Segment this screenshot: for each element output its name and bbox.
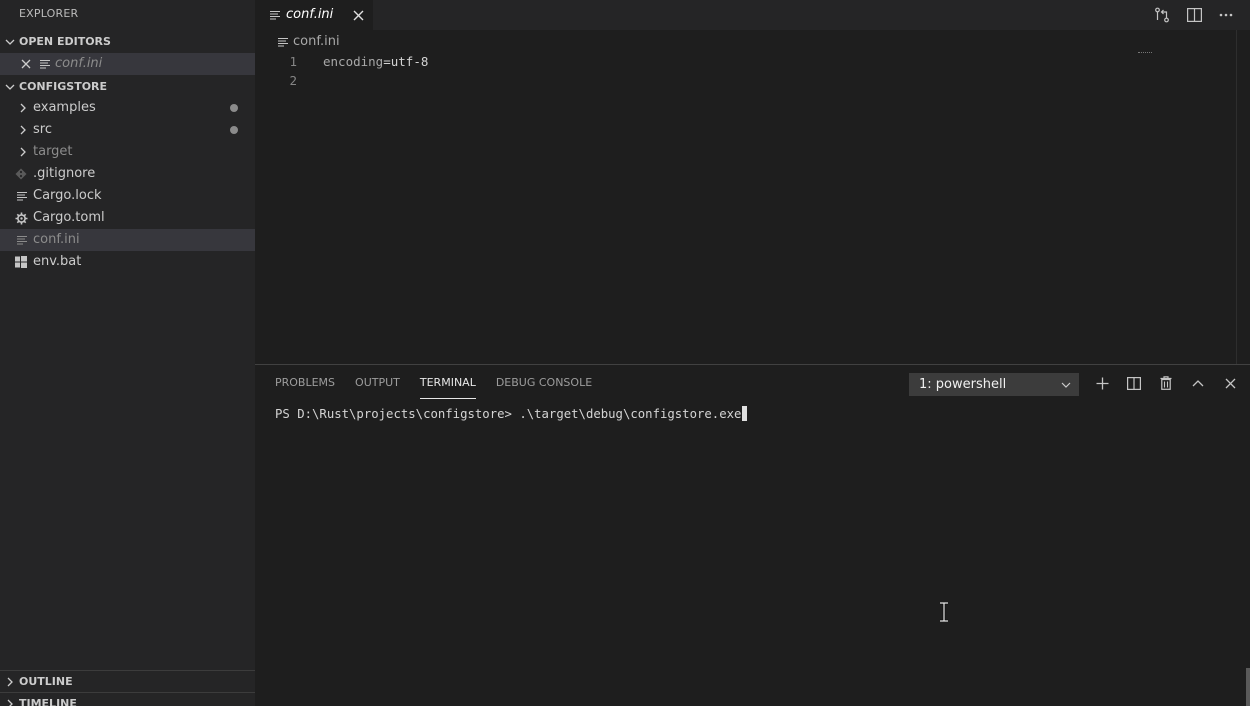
timeline-label: TIMELINE (19, 697, 77, 706)
text-cursor-icon (940, 602, 948, 622)
bottom-panel: PROBLEMS OUTPUT TERMINAL DEBUG CONSOLE 1… (255, 364, 1250, 706)
tab-debug-console[interactable]: DEBUG CONSOLE (496, 373, 592, 399)
tree-item-label: Cargo.toml (33, 210, 105, 225)
chevron-right-icon (15, 119, 31, 141)
sidebar: EXPLORER OPEN EDITORS conf.ini CONFIGSTO… (0, 0, 255, 706)
tab-problems[interactable]: PROBLEMS (275, 373, 335, 399)
tree-item-cargo-lock[interactable]: Cargo.lock (0, 185, 255, 207)
terminal-select[interactable]: 1: powershell (909, 373, 1079, 396)
text-file-icon (14, 185, 30, 207)
breadcrumb[interactable]: conf.ini (278, 32, 340, 52)
tree-item-label: env.bat (33, 254, 82, 269)
terminal-scrollbar[interactable] (1246, 668, 1250, 706)
tab-output[interactable]: OUTPUT (355, 373, 400, 399)
chevron-right-icon (15, 141, 31, 163)
text-file-icon (278, 35, 292, 49)
tab-terminal[interactable]: TERMINAL (419, 373, 476, 399)
terminal-command: .\target\debug\configstore.exe (519, 407, 742, 421)
editor-tab-label: conf.ini (286, 7, 334, 22)
terminal-select-value: 1: powershell (919, 377, 1007, 392)
windows-icon (13, 251, 29, 273)
close-icon[interactable] (18, 53, 34, 75)
breadcrumb-file[interactable]: conf.ini (293, 32, 340, 52)
chevron-right-icon (15, 97, 31, 119)
open-editors-label: OPEN EDITORS (19, 35, 111, 48)
chevron-down-icon (3, 31, 17, 53)
tree-item-label: target (33, 144, 73, 159)
plus-icon[interactable] (1086, 371, 1118, 395)
tree-item-label: Cargo.lock (33, 188, 102, 203)
text-file-icon (270, 7, 282, 23)
explorer-title: EXPLORER (19, 7, 79, 20)
modified-indicator (230, 126, 238, 134)
editor-scrollbar-track (1236, 30, 1237, 364)
code-editor[interactable]: 1 encoding=utf-8 2 (255, 52, 1250, 90)
text-file-icon (14, 229, 30, 251)
outline-label: OUTLINE (19, 675, 73, 688)
project-label: CONFIGSTORE (19, 80, 108, 93)
terminal-prompt: PS D:\Rust\projects\configstore> (275, 407, 520, 421)
panel-actions (1086, 371, 1246, 395)
tree-item-label: examples (33, 100, 96, 115)
tree-item-env-bat[interactable]: env.bat (0, 251, 255, 273)
close-icon[interactable] (1214, 371, 1246, 395)
line-number: 1 (289, 54, 297, 69)
open-editor-label: conf.ini (55, 56, 103, 71)
tree-item-cargo-toml[interactable]: Cargo.toml (0, 207, 255, 229)
more-actions-icon[interactable] (1210, 0, 1242, 30)
gear-icon (13, 207, 29, 229)
chevron-right-icon (3, 671, 17, 693)
ini-key: encoding (323, 54, 384, 69)
open-editors-header[interactable]: OPEN EDITORS (0, 31, 255, 53)
split-terminal-icon[interactable] (1118, 371, 1150, 395)
chevron-up-icon[interactable] (1182, 371, 1214, 395)
editor-actions (1146, 0, 1242, 30)
tree-item-label: src (33, 122, 52, 137)
tree-item-src[interactable]: src (0, 119, 255, 141)
open-changes-icon[interactable] (1146, 0, 1178, 30)
split-editor-icon[interactable] (1178, 0, 1210, 30)
minimap[interactable] (1138, 52, 1152, 54)
tree-item-label: .gitignore (33, 166, 96, 181)
tree-item-target[interactable]: target (0, 141, 255, 163)
line-text: encoding=utf-8 (323, 52, 428, 71)
terminal-cursor (742, 406, 748, 421)
trash-icon[interactable] (1150, 371, 1182, 395)
chevron-right-icon (3, 693, 17, 706)
timeline-header[interactable]: TIMELINE (0, 692, 255, 706)
ini-value: utf-8 (390, 54, 429, 69)
tree-item-label: conf.ini (33, 232, 80, 247)
outline-header[interactable]: OUTLINE (0, 670, 255, 692)
open-editor-item[interactable]: conf.ini (0, 53, 255, 75)
line-number: 2 (289, 73, 297, 88)
panel-tabs: PROBLEMS OUTPUT TERMINAL DEBUG CONSOLE (275, 373, 612, 399)
text-file-icon (37, 53, 53, 75)
code-line: 1 encoding=utf-8 (255, 52, 1250, 71)
code-line: 2 (255, 71, 1250, 90)
terminal-output[interactable]: PS D:\Rust\projects\configstore> .\targe… (275, 405, 748, 423)
project-header[interactable]: CONFIGSTORE (0, 76, 255, 98)
modified-indicator (230, 104, 238, 112)
editor-tab-conf-ini[interactable]: conf.ini (255, 0, 373, 30)
tree-item-gitignore[interactable]: .gitignore (0, 163, 255, 185)
close-icon[interactable] (349, 6, 367, 24)
ini-operator: = (383, 54, 391, 69)
chevron-down-icon (1059, 373, 1073, 396)
editor-tab-bar: conf.ini (255, 0, 1250, 30)
git-icon (13, 163, 29, 185)
tree-item-examples[interactable]: examples (0, 97, 255, 119)
tree-item-conf-ini[interactable]: conf.ini (0, 229, 255, 251)
chevron-down-icon (3, 76, 17, 98)
